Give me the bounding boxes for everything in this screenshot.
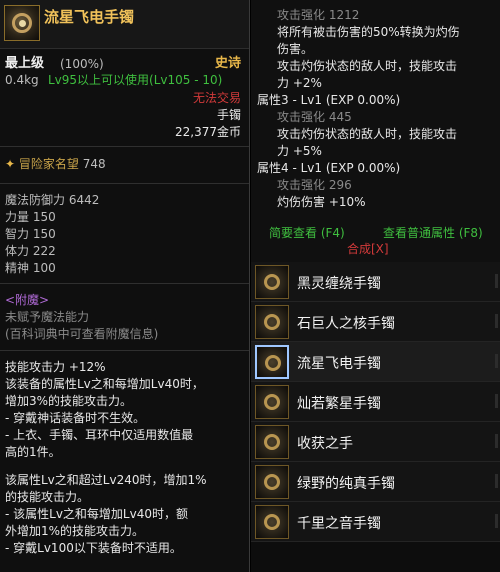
attr-header: 属性4 - Lv1 (EXP 0.00%) [257,161,401,175]
stat-spi: 精神 100 [5,261,56,275]
item-weight: 0.4kg [5,73,39,87]
item-name: 流星飞电手镯 [44,8,135,26]
bracelet-icon [255,505,289,539]
item-grade: 最上级 [5,56,45,71]
desc-line: 技能攻击力 +12% [5,360,106,374]
desc2-line: 该属性Lv之和超过Lv240时，增加1% [5,473,207,487]
bracelet-icon [4,5,40,41]
desc-line: - 穿戴神话装备时不生效。 [5,411,146,425]
bracelet-icon [255,305,289,339]
stat-str: 力量 150 [5,210,56,224]
item-header: 流星飞电手镯 [0,0,249,49]
item-rarity: 史诗 [214,56,241,71]
attr-line: 灼伤伤害 +10% [277,195,366,209]
item-trade-status: 无法交易 [192,91,241,105]
bracelet-icon [255,265,289,299]
list-item-label: 流星飞电手镯 [297,356,381,372]
list-item-label: 石巨人之核手镯 [297,316,395,332]
stat-vit: 体力 222 [5,244,56,258]
attr-header: 属性3 - Lv1 (EXP 0.00%) [257,93,401,107]
list-item-label: 收获之手 [297,436,353,452]
enchant-line-1: 未赋予魔法能力 [5,310,90,324]
fame-row: ✦ 冒险家名望 748 [5,157,106,172]
desc2-line: 的技能攻击力。 [5,490,90,504]
normal-attr-link[interactable]: 查看普通属性 (F8) [383,226,483,241]
list-item[interactable]: 收获之手 [251,422,500,462]
fame-value: 748 [82,157,106,171]
bracelet-icon [255,425,289,459]
stat-magic-def: 魔法防御力 6442 [5,193,100,207]
fame-label: 冒险家名望 [18,157,79,171]
list-item-label: 千里之音手镯 [297,516,381,532]
attr-line: 力 +5% [277,144,322,158]
attr-line: 攻击强化 296 [277,178,352,192]
fame-star-icon: ✦ [5,157,16,171]
desc2-line: - 该属性Lv之和每增加Lv40时，额 [5,507,188,521]
attribute-box: 攻击强化 1212 将所有被击伤害的50%转换为灼伤 伤害。 攻击灼伤状态的敌人… [251,0,500,213]
simple-view-link[interactable]: 简要查看 (F4) [269,226,345,241]
desc-line: - 上衣、手镯、耳环中仅适用数值最 [5,428,194,442]
stat-int: 智力 150 [5,227,56,241]
list-item-label: 黑灵缠绕手镯 [297,276,381,292]
desc-line: 该装备的属性Lv之和每增加Lv40时， [5,377,204,391]
list-item[interactable]: 绿野的纯真手镯 [251,462,500,502]
list-item-selected[interactable]: 流星飞电手镯 [251,342,500,382]
links-bar: 简要查看 (F4) 查看普通属性 (F8) 合成[X] [251,212,500,262]
attr-line: 力 +2% [277,76,322,90]
list-item-label: 绿野的纯真手镯 [297,476,395,492]
item-grade-pct: (100%) [60,57,104,71]
desc2-line: 外增加1%的技能攻击力。 [5,524,145,538]
list-item[interactable]: 千里之音手镯 [251,502,500,542]
list-item-label: 灿若繁星手镯 [297,396,381,412]
attr-line: 攻击强化 445 [277,110,352,124]
enchant-title: <附魔> [5,293,50,307]
item-list: 黑灵缠绕手镯 石巨人之核手镯 流星飞电手镯 灿若繁星手镯 收获之手 绿野的纯真手… [251,262,500,572]
item-tooltip: 流星飞电手镯 最上级 (100%) 史诗 0.4kg Lv95以上可以使用(Lv… [0,0,250,572]
enchant-line-2: (百科词典中可查看附魔信息) [5,327,159,341]
desc2-line: - 穿戴Lv100以下装备时不适用。 [5,541,182,555]
bracelet-icon [255,385,289,419]
attr-line: 伤害。 [277,42,314,56]
list-item[interactable]: 灿若繁星手镯 [251,382,500,422]
synth-link[interactable]: 合成[X] [347,242,389,257]
item-level-req: Lv95以上可以使用(Lv105 - 10) [48,73,223,87]
attr-line: 攻击灼伤状态的敌人时，技能攻击 [277,59,458,73]
item-slot: 手镯 [216,108,241,122]
list-item[interactable]: 黑灵缠绕手镯 [251,262,500,302]
bracelet-icon [255,345,289,379]
attr-line: 攻击灼伤状态的敌人时，技能攻击 [277,127,458,141]
attr-line: 将所有被击伤害的50%转换为灼伤 [277,25,460,39]
list-item[interactable]: 石巨人之核手镯 [251,302,500,342]
attr-line: 攻击强化 1212 [277,8,360,22]
right-panel: 攻击强化 1212 将所有被击伤害的50%转换为灼伤 伤害。 攻击灼伤状态的敌人… [251,0,500,572]
desc-line: 高的1件。 [5,445,61,459]
bracelet-icon [255,465,289,499]
item-price: 22,377金币 [175,125,241,139]
desc-line: 增加3%的技能攻击力。 [5,394,133,408]
